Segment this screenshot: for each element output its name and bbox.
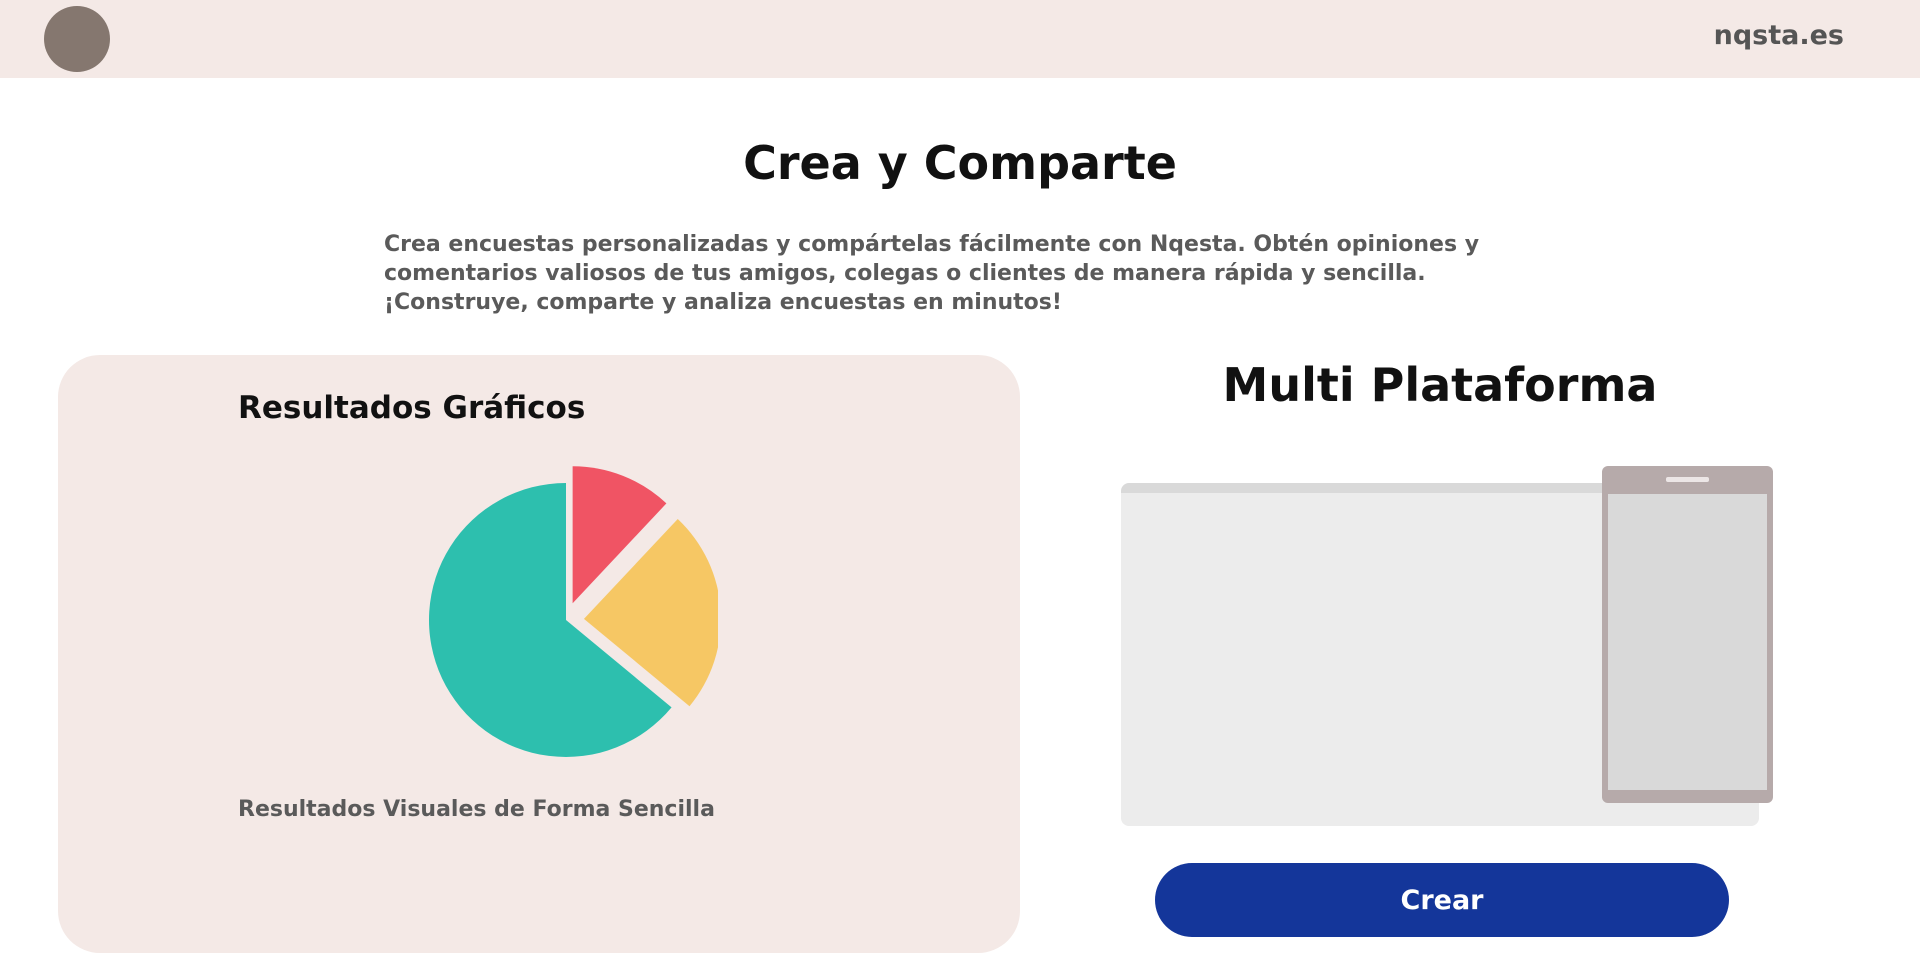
phone-screen [1608, 494, 1767, 790]
card-caption: Resultados Visuales de Forma Sencilla [238, 797, 715, 822]
phone-speaker [1666, 477, 1709, 482]
multi-platform-title: Multi Plataforma [1222, 358, 1658, 412]
hero-description: Crea encuestas personalizadas y compárte… [384, 232, 1480, 315]
phone-illustration [1602, 466, 1773, 803]
page-title: Crea y Comparte [743, 136, 1177, 190]
pie-chart [429, 466, 718, 757]
brand-link[interactable]: nqsta.es [1714, 20, 1844, 51]
top-bar: nqsta.es [0, 0, 1920, 78]
card-title: Resultados Gráficos [238, 390, 586, 426]
graphic-results-card: Resultados Gráficos Resultados Visuales … [58, 355, 1020, 953]
avatar[interactable] [44, 6, 110, 72]
create-button[interactable]: Crear [1155, 863, 1729, 937]
